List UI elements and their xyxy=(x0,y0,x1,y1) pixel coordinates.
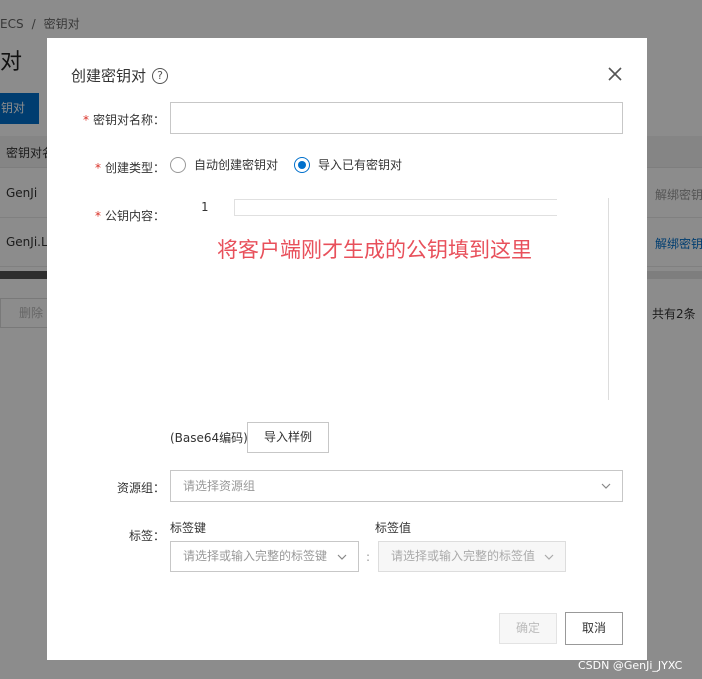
cancel-button[interactable]: 取消 xyxy=(565,612,623,645)
radio-label: 导入已有密钥对 xyxy=(318,158,403,172)
encoding-hint: (Base64编码) xyxy=(170,431,248,445)
tag-key-select[interactable]: 请选择或输入完整的标签键 xyxy=(170,541,359,572)
creation-type-radio-group: 自动创建密钥对 导入已有密钥对 xyxy=(170,156,418,173)
tag-value-select[interactable]: 请选择或输入完整的标签值 xyxy=(378,541,566,572)
tag-value-placeholder: 请选择或输入完整的标签值 xyxy=(391,549,536,563)
radio-auto-create[interactable]: 自动创建密钥对 xyxy=(170,156,278,173)
keypair-name-input[interactable] xyxy=(171,103,622,133)
import-sample-button[interactable]: 导入样例 xyxy=(247,422,329,453)
radio-circle-checked[interactable] xyxy=(294,156,311,173)
editor-scrollbar[interactable] xyxy=(608,198,609,400)
resource-group-placeholder: 请选择资源组 xyxy=(183,479,256,493)
chevron-down-icon xyxy=(601,483,611,489)
creation-type-label: * 创建类型： xyxy=(94,161,165,175)
public-key-editor[interactable]: 1 xyxy=(192,198,624,400)
annotation-text: 将客户端刚才生成的公钥填到这里 xyxy=(217,238,532,262)
create-keypair-dialog: 创建密钥对 ? * 密钥对名称： * 创建类型： 自动创建密钥对 导入已有密钥对 *… xyxy=(47,38,647,660)
tag-key-label: 标签键 xyxy=(170,521,207,535)
tag-value-label: 标签值 xyxy=(375,521,412,535)
dialog-title: 创建密钥对 ? xyxy=(71,65,169,86)
keypair-name-field[interactable] xyxy=(170,102,623,134)
required-mark: * xyxy=(94,209,101,223)
required-mark: * xyxy=(94,161,101,175)
resource-group-select[interactable]: 请选择资源组 xyxy=(170,470,623,502)
tag-key-placeholder: 请选择或输入完整的标签键 xyxy=(183,549,328,563)
keypair-name-label: * 密钥对名称： xyxy=(82,113,165,127)
close-icon[interactable] xyxy=(605,64,625,84)
watermark-text: CSDN @GenJi_JYXC xyxy=(578,659,683,672)
help-icon[interactable]: ? xyxy=(152,67,169,84)
required-mark: * xyxy=(82,113,89,127)
tags-label: 标签： xyxy=(128,529,165,543)
radio-circle[interactable] xyxy=(170,156,186,173)
chevron-down-icon xyxy=(544,554,554,560)
public-key-label: * 公钥内容： xyxy=(94,209,165,223)
editor-current-line[interactable] xyxy=(234,199,557,216)
tag-separator: : xyxy=(366,550,371,564)
confirm-button[interactable]: 确定 xyxy=(499,613,557,644)
dialog-title-text: 创建密钥对 xyxy=(71,67,147,85)
radio-import-existing[interactable]: 导入已有密钥对 xyxy=(294,156,402,173)
editor-line-number: 1 xyxy=(201,200,209,214)
chevron-down-icon xyxy=(337,554,347,560)
radio-label: 自动创建密钥对 xyxy=(194,158,279,172)
resource-group-label: 资源组： xyxy=(116,481,165,495)
